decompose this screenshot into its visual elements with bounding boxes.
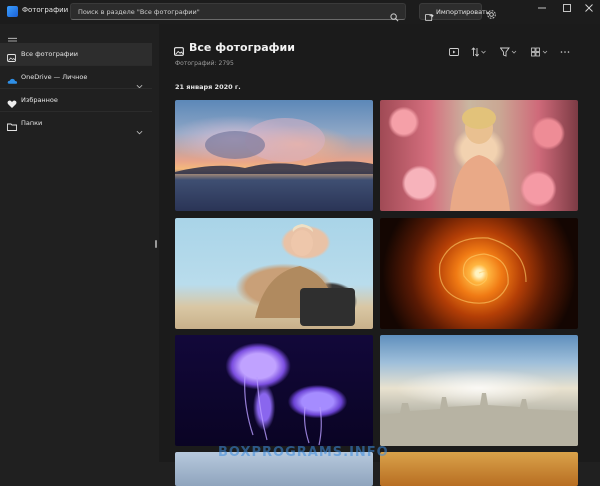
- sidebar-item-folders[interactable]: Папки: [0, 112, 152, 136]
- photos-app-icon: [7, 6, 18, 17]
- watermark: BOXPROGRAMS.INFO: [218, 445, 389, 460]
- sidebar-item-all-photos[interactable]: Все фотографии: [0, 43, 152, 65]
- search-box[interactable]: Поиск в разделе "Все фотографии": [70, 3, 406, 22]
- more-icon[interactable]: [560, 42, 570, 61]
- photo-woman-flowers[interactable]: [380, 100, 578, 211]
- photo-orange-spiral[interactable]: [380, 218, 578, 329]
- photo-count: Фотографий: 2795: [175, 60, 234, 67]
- pane-resize-handle[interactable]: [155, 240, 157, 248]
- view-size-icon[interactable]: [531, 42, 549, 61]
- photo-purple-jellyfish[interactable]: [175, 335, 373, 446]
- chevron-down-icon[interactable]: [136, 120, 143, 139]
- settings-gear-icon[interactable]: [486, 5, 497, 24]
- main-content: Все фотографии Фотографий: 2795 21 январ…: [159, 24, 600, 486]
- photo-partial[interactable]: [380, 452, 578, 486]
- photo-sunset-sea[interactable]: [175, 100, 373, 211]
- sidebar-item-favorites[interactable]: Избранное: [0, 89, 152, 111]
- photo-city-haze[interactable]: [380, 335, 578, 446]
- page-title: Все фотографии: [189, 41, 295, 54]
- import-button[interactable]: Импортировать: [419, 3, 490, 22]
- search-input[interactable]: Поиск в разделе "Все фотографии": [78, 8, 200, 16]
- sidebar-item-onedrive[interactable]: OneDrive — Личное: [0, 66, 152, 89]
- sidebar: Все фотографии OneDrive — Личное Избранн…: [0, 24, 152, 462]
- minimize-button[interactable]: [531, 0, 553, 16]
- sidebar-item-label: Избранное: [21, 96, 58, 104]
- sort-icon[interactable]: [471, 42, 487, 61]
- date-group-header: 21 января 2020 г.: [175, 83, 241, 91]
- import-label: Импортировать: [436, 8, 490, 16]
- maximize-button[interactable]: [556, 0, 578, 16]
- slideshow-icon[interactable]: [449, 42, 459, 61]
- title-bar: Фотографии Поиск в разделе "Все фотограф…: [0, 0, 600, 24]
- sidebar-item-label: Папки: [21, 119, 43, 127]
- photo-woman-sitting[interactable]: [175, 218, 373, 329]
- filter-icon[interactable]: [499, 42, 518, 61]
- app-title: Фотографии: [22, 6, 69, 14]
- sidebar-item-label: Все фотографии: [21, 50, 78, 58]
- photos-icon: [174, 42, 185, 61]
- close-button[interactable]: [578, 0, 600, 16]
- folder-icon: [7, 117, 17, 136]
- sidebar-item-label: OneDrive — Личное: [21, 73, 88, 81]
